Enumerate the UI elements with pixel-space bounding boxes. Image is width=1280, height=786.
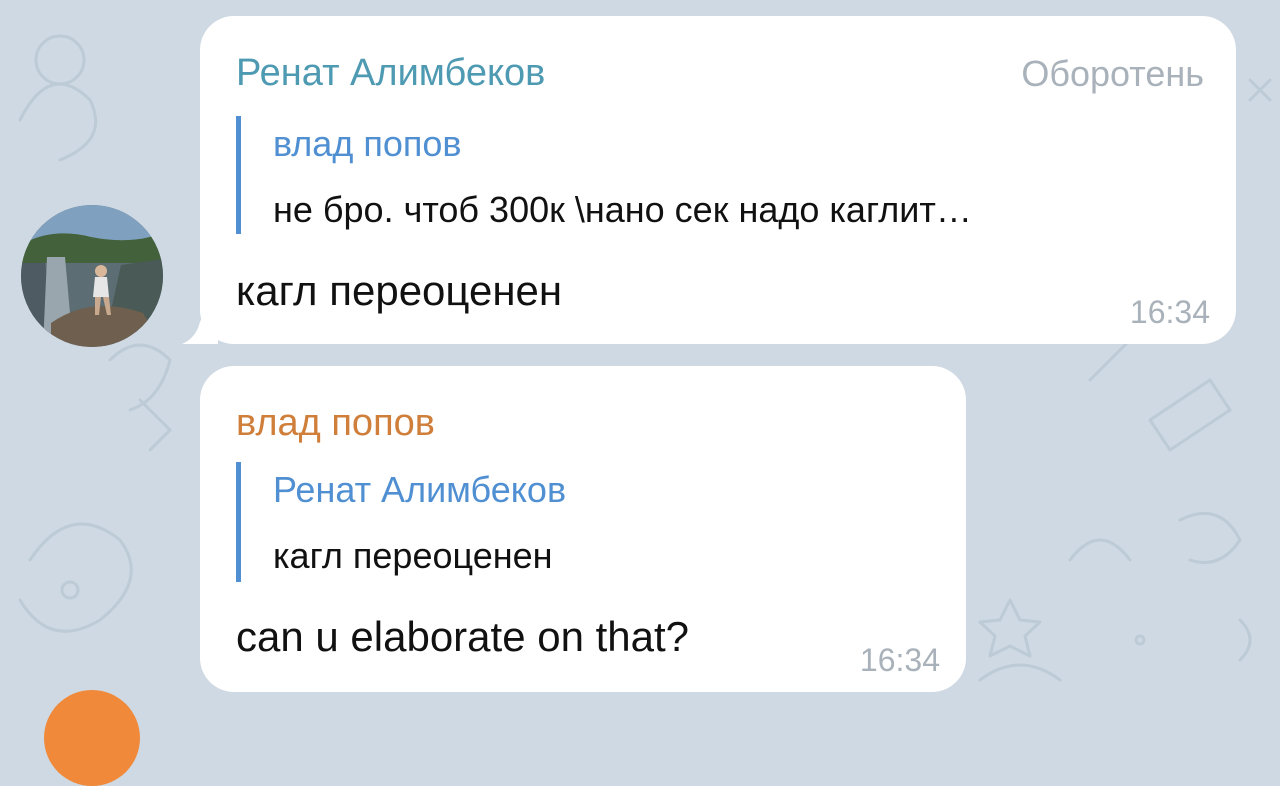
message-text: can u elaborate on that? [236,613,690,660]
orange-avatar[interactable] [44,690,140,786]
bubble-tail [182,304,218,344]
avatar[interactable] [21,205,163,347]
reply-quote-author: влад попов [273,123,462,164]
message-time: 16:34 [1129,294,1210,330]
user-photo-avatar [21,205,163,347]
reply-quote-text: не бро. чтоб 300к \нано сек надо каглит… [273,189,972,230]
message-text: кагл переоценен [236,267,563,314]
message-sender[interactable]: влад попов [236,404,435,442]
member-title: Оборотень [1021,53,1204,94]
message-time: 16:34 [859,642,940,678]
message-sender[interactable]: Ренат Алимбеков [236,54,545,92]
message-bubble[interactable]: Ренат Алимбеков Оборотень влад попов не … [182,16,1236,344]
reply-quote[interactable]: Ренат Алимбеков кагл переоценен [236,462,916,582]
reply-quote-author: Ренат Алимбеков [273,469,567,510]
message-bubble[interactable]: влад попов Ренат Алимбеков кагл переоцен… [200,366,966,692]
reply-quote-text: кагл переоценен [273,535,553,576]
reply-quote[interactable]: влад попов не бро. чтоб 300к \нано сек н… [236,116,1196,234]
